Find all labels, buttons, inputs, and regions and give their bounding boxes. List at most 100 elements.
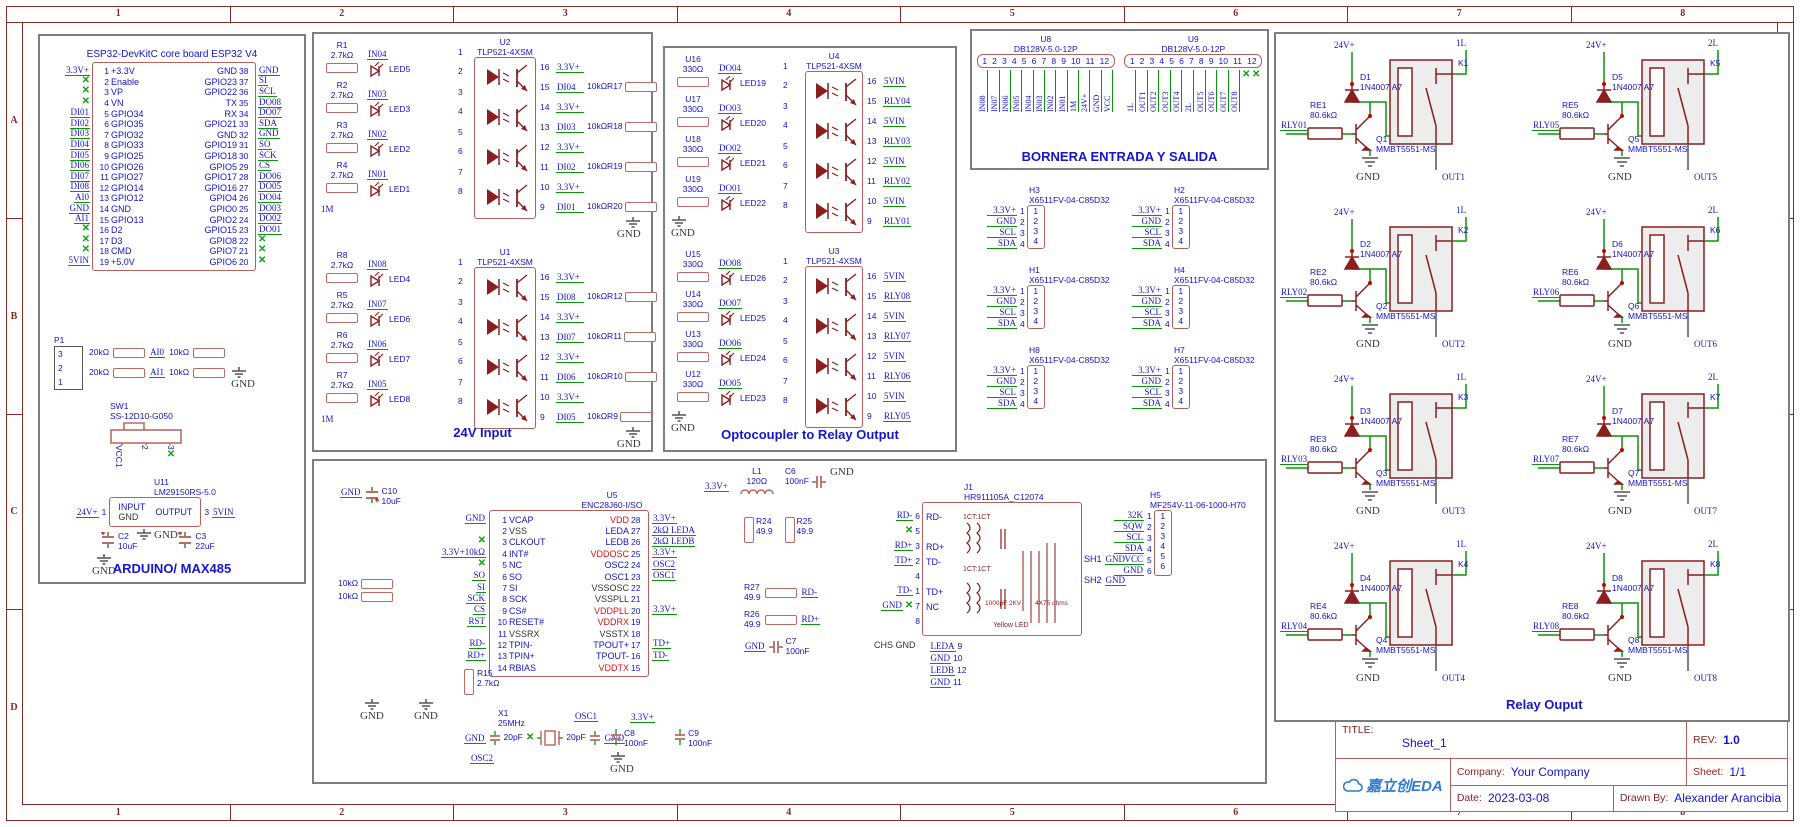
resistor[interactable] — [113, 347, 146, 358]
net-label: GND — [1114, 565, 1144, 576]
resistor[interactable] — [677, 157, 709, 167]
transistor-ref: Q2 — [1376, 301, 1388, 311]
resistor[interactable] — [193, 347, 226, 358]
resistor[interactable] — [326, 63, 358, 73]
resistor[interactable] — [326, 103, 358, 113]
header-body[interactable]: 1234 — [1026, 205, 1045, 249]
capacitor-c7[interactable]: GND C7 100nF — [744, 636, 820, 656]
resistor[interactable] — [677, 77, 709, 87]
u8-body[interactable]: 1 2 3 4 5 6 7 8 9 10 11 12 — [976, 54, 1115, 68]
resistor[interactable] — [624, 202, 657, 212]
i2c-header-card[interactable]: H2 X6511FV-04-C85D32 3.3V+ 1 GND 2 SCL 3 SD… — [1132, 185, 1267, 252]
resistor[interactable] — [326, 353, 358, 363]
resistor[interactable] — [624, 292, 657, 302]
resistor-r15[interactable]: R15 2.7kΩ — [464, 668, 499, 695]
resistor[interactable] — [624, 82, 657, 92]
pin-name: LEDA — [605, 526, 629, 537]
esp32-ic-body[interactable]: 1 +3.3V GND 38 2 Enable GPIO23 37 3 VP G… — [92, 62, 256, 272]
resistor-r27[interactable]: R27 49.9 RD- — [744, 582, 820, 602]
ic-u5[interactable]: U5 ENC28J60-I/SO ✕GND ✕ ✕ ✕3.3V+10kΩ ✕ ✕… — [422, 490, 722, 678]
h5-body[interactable]: 123456 — [1153, 510, 1172, 576]
u5-ic-body[interactable]: 1 VCAP VDD 28 2 VSS LEDA 27 3 CLKOUT LED… — [489, 510, 649, 678]
led-icon — [370, 312, 384, 328]
header-body[interactable]: 1234 — [1171, 365, 1190, 409]
resistor[interactable] — [624, 162, 657, 172]
resistor[interactable] — [113, 367, 146, 378]
net-label: GND — [1132, 376, 1162, 387]
resistor[interactable] — [619, 412, 652, 422]
switch-sw1[interactable]: SW1 SS-12D10-G050 VCC1 ✕ 2 ✕ 3 — [110, 401, 184, 468]
resistor[interactable] — [326, 313, 358, 323]
i2c-header-card[interactable]: H7 X6511FV-04-C85D32 3.3V+ 1 GND 2 SCL 3 SD… — [1132, 345, 1267, 412]
opto-group-u4[interactable]: U16 330Ω DO04 LED19 12 U17 330Ω DO03 LED… — [665, 48, 955, 239]
crystal-x1[interactable]: X1 25MHz OSC1 GND 20pF ✕ 20pF GND OSC2 — [464, 708, 626, 766]
pin-number: 16 — [540, 62, 550, 72]
optocoupler-ic-body[interactable] — [474, 57, 536, 219]
header-body[interactable]: 1234 — [1026, 365, 1045, 409]
optocoupler-ic-body[interactable] — [474, 267, 536, 429]
capacitor-c2[interactable]: C2 10uF — [100, 531, 137, 551]
capacitor-c3[interactable]: C3 22uF — [177, 531, 215, 551]
resistor[interactable] — [677, 272, 709, 282]
resistor[interactable] — [193, 367, 226, 378]
resistor[interactable] — [326, 393, 358, 403]
header-body[interactable]: 1234 — [1171, 285, 1190, 329]
relay-channel[interactable]: 24V+ 2L K6 D6 1N4007 A7 RLY06 RE6 80.6kΩ… — [1532, 205, 1782, 365]
header-h5[interactable]: H5 MF254V-11-06-1000-H70 32K 1 SQW 2 SCL 3 S… — [1114, 490, 1246, 576]
header-body[interactable]: 1234 — [1171, 205, 1190, 249]
resistor[interactable] — [677, 117, 709, 127]
esp32-module[interactable]: ✕3.3V+ ✕ ✕ ✕ ✕DI01 ✕DI02 ✕DI03 ✕DI04 ✕DI… — [48, 62, 302, 272]
pin-number: 12 — [540, 352, 550, 362]
relay-channel[interactable]: 24V+ 1L K3 D3 1N4007 A7 RLY03 RE3 80.6kΩ… — [1280, 372, 1530, 532]
opto-group-u1[interactable]: R8 2.7kΩ IN08 LED4 12 R5 2.7kΩ IN07 LED6… — [314, 244, 657, 450]
connector-u8[interactable]: U8 DB128V-5.0-12P 123456789101112 IN08✕I… — [976, 34, 1116, 112]
resistor[interactable] — [326, 273, 358, 283]
resistor-r24[interactable]: R24 49.9 — [744, 516, 773, 543]
i2c-header-card[interactable]: H3 X6511FV-04-C85D32 3.3V+ 1 GND 2 SCL 3 SD… — [987, 185, 1122, 252]
pin-name: GPIO16 — [204, 182, 237, 193]
pin-number: 4 — [1020, 398, 1025, 409]
optocoupler-ic-body[interactable] — [805, 266, 863, 428]
net-label: 3.3V+ — [556, 142, 584, 153]
resistor[interactable] — [677, 392, 709, 402]
pin-number: 16 — [540, 272, 550, 282]
rj45-j1[interactable]: J1HR911105A_C12074 RD- ✕ 6 ✕ 5 — [874, 482, 1127, 688]
resistor[interactable] — [677, 352, 709, 362]
j1-body[interactable]: RD- RD+ TD- TD+ NC 1CT:1CT 1CT:1CT 1000p… — [922, 502, 1082, 636]
resistor[interactable] — [624, 332, 657, 342]
header-body[interactable]: 1234 — [1026, 285, 1045, 329]
ruler-row-label: C — [6, 413, 22, 610]
resistor[interactable] — [326, 183, 358, 193]
pin-number: 26 — [239, 193, 249, 204]
u9-body[interactable]: 1 2 3 4 5 6 7 8 9 10 11 12 — [1124, 54, 1263, 68]
connector-p1[interactable]: P1 3 2 1 20kΩ AI0 10kΩ 20kΩ AI1 10kΩ GND — [54, 335, 255, 390]
p1-body[interactable]: 3 2 1 — [54, 345, 83, 390]
capacitor-c9[interactable]: C9 100nF — [674, 728, 712, 748]
u11-body[interactable]: INPUT GND OUTPUT — [109, 497, 202, 527]
i2c-header-card[interactable]: H4 X6511FV-04-C85D32 3.3V+ 1 GND 2 SCL 3 SD… — [1132, 265, 1267, 332]
capacitor-c10[interactable]: GND C10 10uF — [340, 486, 401, 506]
capacitor-c8[interactable]: C8 100nF — [610, 728, 648, 748]
resistor[interactable] — [677, 312, 709, 322]
optocoupler-ic-body[interactable] — [805, 71, 863, 233]
resistor[interactable] — [624, 372, 657, 382]
opto-group-u3[interactable]: U15 330Ω DO08 LED26 12 U14 330Ω DO07 LED… — [665, 243, 955, 434]
connector-u9[interactable]: U9 DB128V-5.0-12P 123456789101112 1L✕OUT… — [1123, 34, 1263, 112]
relay-channel[interactable]: 24V+ 2L K7 D7 1N4007 A7 RLY07 RE7 80.6kΩ… — [1532, 372, 1782, 532]
resistor-r25[interactable]: R25 49.9 — [784, 516, 813, 543]
cs-pull-resistor[interactable]: 10kΩ 10kΩ — [338, 579, 394, 602]
relay-channel[interactable]: 24V+ 2L K8 D8 1N4007 A7 RLY08 RE8 80.6kΩ… — [1532, 539, 1782, 699]
relay-channel[interactable]: 24V+ 2L K5 D5 1N4007 A7 RLY05 RE5 80.6kΩ… — [1532, 38, 1782, 198]
resistor-r26[interactable]: R26 49.9 RD+ — [744, 609, 821, 629]
relay-channel[interactable]: 24V+ 1L K1 D1 1N4007 A7 RLY01 RE1 80.6kΩ… — [1280, 38, 1530, 198]
inductor-l1[interactable]: L1 120Ω — [739, 466, 775, 496]
resistor[interactable] — [677, 197, 709, 207]
capacitor-c6[interactable]: C6 100nF GND — [785, 466, 855, 489]
opto-group-u2[interactable]: R1 2.7kΩ IN04 LED5 12 R2 2.7kΩ IN03 LED3… — [314, 34, 657, 240]
resistor[interactable] — [624, 122, 657, 132]
i2c-header-card[interactable]: H8 X6511FV-04-C85D32 3.3V+ 1 GND 2 SCL 3 SD… — [987, 345, 1122, 412]
i2c-header-card[interactable]: H1 X6511FV-04-C85D32 3.3V+ 1 GND 2 SCL 3 SD… — [987, 265, 1122, 332]
relay-channel[interactable]: 24V+ 1L K4 D4 1N4007 A7 RLY04 RE4 80.6kΩ… — [1280, 539, 1530, 699]
relay-channel[interactable]: 24V+ 1L K2 D2 1N4007 A7 RLY02 RE2 80.6kΩ… — [1280, 205, 1530, 365]
resistor[interactable] — [326, 143, 358, 153]
